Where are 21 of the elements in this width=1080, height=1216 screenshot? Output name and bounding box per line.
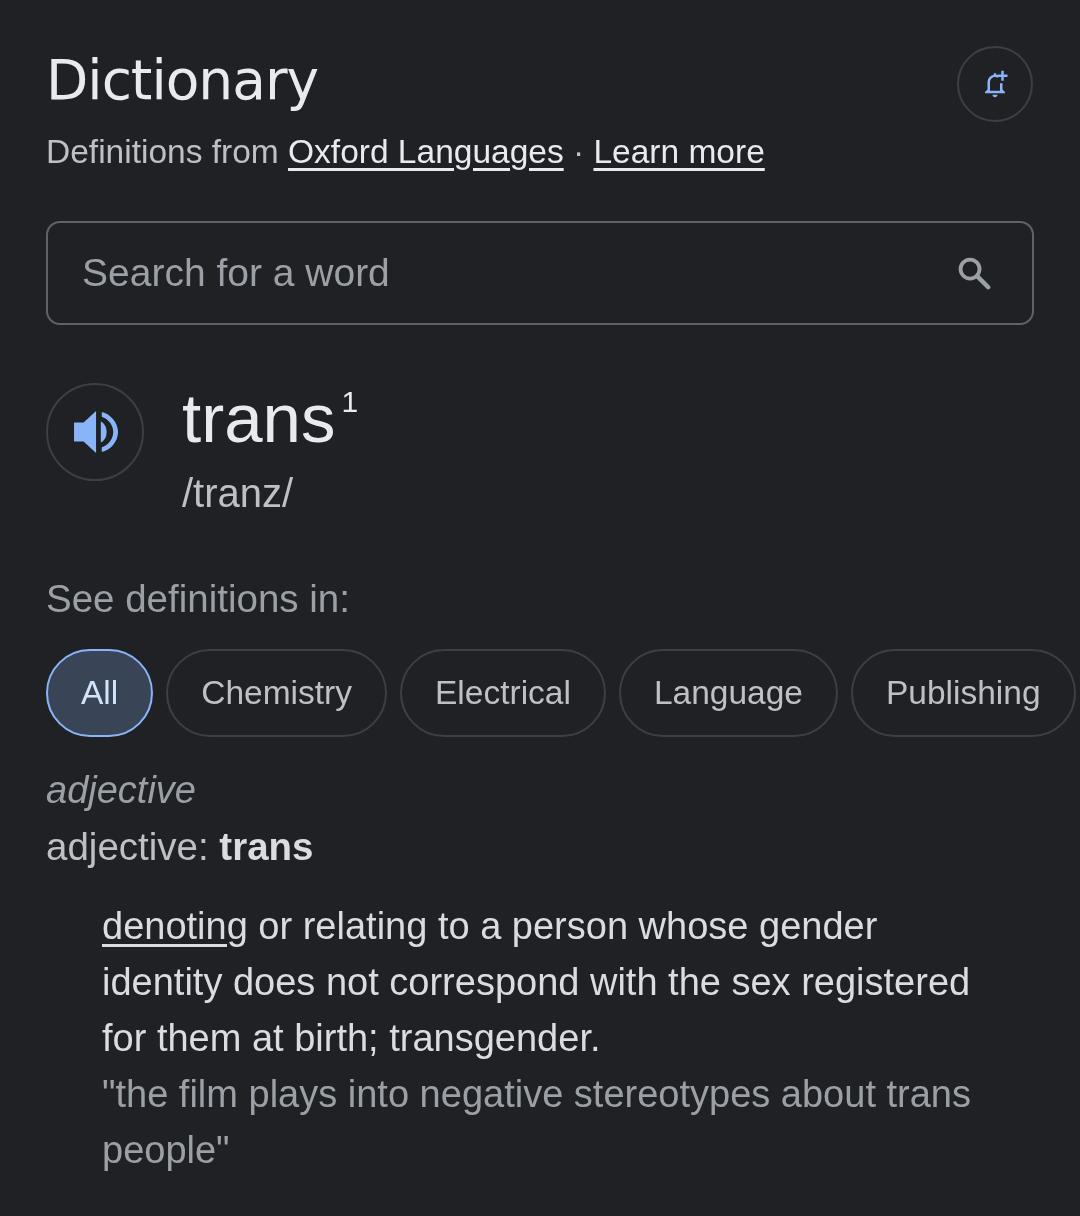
category-chip[interactable]: Chemistry	[166, 649, 387, 737]
part-of-speech: adjective	[46, 768, 196, 812]
category-chip[interactable]: Language	[618, 649, 838, 737]
see-definitions-label: See definitions in:	[46, 577, 350, 621]
attribution-text: Definitions from Oxford Languages · Learn more	[46, 132, 765, 172]
pronounce-button[interactable]	[46, 383, 144, 481]
definition-link[interactable]: denoting	[102, 905, 248, 947]
category-chip[interactable]: All	[46, 649, 154, 737]
speaker-icon	[74, 410, 120, 454]
category-chip[interactable]: Publishing	[851, 649, 1076, 737]
headword: trans$^{1}$	[182, 381, 359, 457]
example-text: "the film plays into negative stereotypes about trans people"	[102, 1072, 972, 1173]
definition-text: denoting or relating to a person whose gender identity does not correspond with the sex registered for them at birth; transgender.	[102, 904, 972, 1061]
alert-button[interactable]	[957, 46, 1033, 122]
source-link[interactable]: Oxford Languages	[288, 133, 564, 170]
dictionary-title: Dictionary	[46, 48, 320, 112]
category-chip[interactable]: Electrical	[400, 649, 606, 737]
inflection-text: adjective: trans	[46, 825, 314, 869]
phonetic-text: /tranz/	[182, 471, 294, 515]
search-field[interactable]: Search for a word	[46, 221, 1034, 325]
learn-more-link[interactable]: Learn more	[593, 133, 765, 170]
